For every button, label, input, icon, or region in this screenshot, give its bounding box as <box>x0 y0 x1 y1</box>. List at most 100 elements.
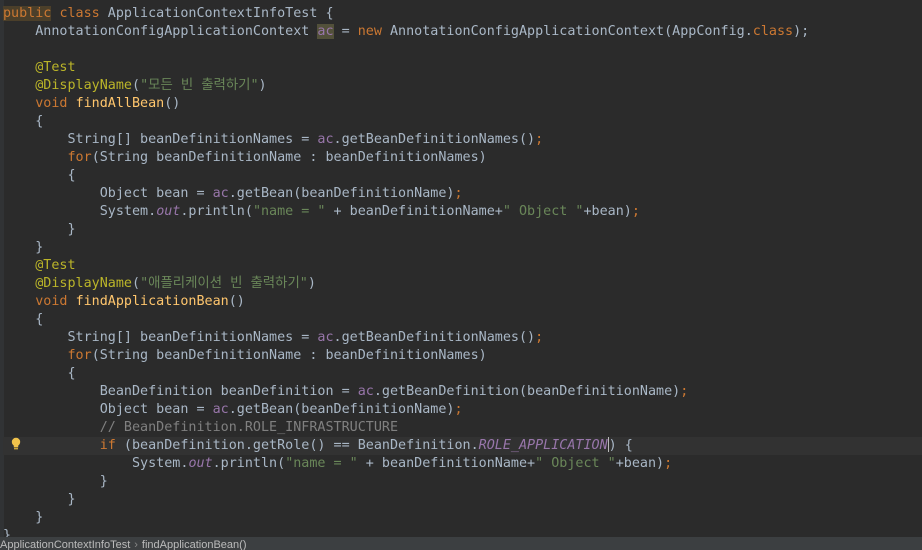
code-line[interactable]: @Test <box>3 59 922 77</box>
code-line[interactable]: @DisplayName("모든 빈 출력하기") <box>3 77 922 95</box>
code-line[interactable]: BeanDefinition beanDefinition = ac.getBe… <box>3 383 922 401</box>
code-token: BeanDefinition beanDefinition = <box>3 384 358 399</box>
code-token: .println( <box>180 204 253 219</box>
code-token: ; <box>535 330 544 345</box>
code-token: (String beanDefinitionName : beanDefinit… <box>91 150 487 165</box>
code-line[interactable]: } <box>3 491 922 509</box>
code-line[interactable]: } <box>3 473 922 491</box>
code-line[interactable]: @Test <box>3 257 922 275</box>
code-line[interactable]: AnnotationConfigApplicationContext ac = … <box>3 23 922 41</box>
code-token: ; <box>680 384 689 399</box>
code-token: (String beanDefinitionName : beanDefinit… <box>91 348 487 363</box>
code-token: .println( <box>212 456 286 471</box>
code-line[interactable]: String[] beanDefinitionNames = ac.getBea… <box>3 131 922 149</box>
code-token: ROLE_APPLICATION <box>478 438 608 453</box>
code-line[interactable]: { <box>3 167 922 185</box>
code-token: if <box>99 438 116 453</box>
code-token: ; <box>454 402 463 417</box>
code-line[interactable]: // BeanDefinition.ROLE_INFRASTRUCTURE <box>3 419 922 437</box>
code-line[interactable]: public class ApplicationContextInfoTest … <box>3 5 922 23</box>
code-token: findApplicationBean <box>75 294 229 309</box>
code-line[interactable]: System.out.println("name = " + beanDefin… <box>3 455 922 473</box>
code-line[interactable]: @DisplayName("애플리케이션 빈 출력하기") <box>3 275 922 293</box>
code-token: ac <box>212 402 229 417</box>
code-token: ) <box>307 276 316 291</box>
breadcrumb-class[interactable]: ApplicationContextInfoTest <box>0 539 130 550</box>
code-token: @DisplayName <box>3 78 132 93</box>
code-token: "name = " <box>285 456 358 471</box>
code-token: { <box>3 366 76 381</box>
code-line[interactable]: void findAllBean() <box>3 95 922 113</box>
code-line[interactable] <box>3 41 922 59</box>
code-line[interactable]: void findApplicationBean() <box>3 293 922 311</box>
code-area[interactable]: public class ApplicationContextInfoTest … <box>0 0 922 543</box>
code-token: .getBeanDefinitionNames() <box>333 132 536 147</box>
code-token: .getBean(beanDefinitionName) <box>228 186 455 201</box>
code-token: ( <box>132 78 141 93</box>
code-line[interactable]: System.out.println("name = " + beanDefin… <box>3 203 922 221</box>
code-line[interactable]: Object bean = ac.getBean(beanDefinitionN… <box>3 401 922 419</box>
code-token: } <box>3 240 44 255</box>
code-line[interactable]: for(String beanDefinitionName : beanDefi… <box>3 347 922 365</box>
code-token: { <box>3 312 44 327</box>
code-token: new <box>357 24 382 39</box>
code-line[interactable]: String[] beanDefinitionNames = ac.getBea… <box>3 329 922 347</box>
code-line[interactable]: { <box>3 113 922 131</box>
code-line[interactable]: { <box>3 365 922 383</box>
code-token: "모든 빈 출력하기" <box>140 78 259 93</box>
code-token: () <box>228 294 245 309</box>
code-token: ac <box>317 24 334 39</box>
code-editor[interactable]: public class ApplicationContextInfoTest … <box>0 0 922 550</box>
code-line[interactable]: for(String beanDefinitionName : beanDefi… <box>3 149 922 167</box>
code-token: } <box>3 222 76 237</box>
code-line[interactable]: { <box>3 311 922 329</box>
code-token: String[] beanDefinitionNames = <box>3 330 318 345</box>
code-line[interactable]: if (beanDefinition.getRole() == BeanDefi… <box>3 437 922 455</box>
code-token: ApplicationContextInfoTest { <box>99 6 334 21</box>
code-line[interactable]: } <box>3 509 922 527</box>
code-token: ; <box>535 132 544 147</box>
code-token: () <box>164 96 181 111</box>
code-token: AnnotationConfigApplicationContext(AppCo… <box>381 24 753 39</box>
code-token: +bean) <box>615 456 665 471</box>
code-token: void <box>35 96 68 111</box>
breadcrumb-method[interactable]: findApplicationBean() <box>142 539 247 550</box>
breadcrumb[interactable]: ApplicationContextInfoTest › findApplicati… <box>0 539 247 550</box>
code-token: Object bean = <box>3 186 213 201</box>
status-bar: ApplicationContextInfoTest › findApplicati… <box>0 537 922 550</box>
code-line[interactable]: } <box>3 221 922 239</box>
code-token: out <box>156 204 181 219</box>
code-line[interactable]: } <box>3 239 922 257</box>
code-token: } <box>3 492 76 507</box>
code-token: System. <box>3 456 189 471</box>
code-token: .getBean(beanDefinitionName) <box>228 402 455 417</box>
code-token: { <box>3 168 76 183</box>
code-token: class <box>59 6 100 21</box>
code-token: " Object " <box>535 456 616 471</box>
code-token: + beanDefinitionName+ <box>357 456 536 471</box>
lightbulb-icon[interactable] <box>10 437 22 451</box>
code-token: = <box>333 24 358 39</box>
code-token: out <box>188 456 213 471</box>
code-token: for <box>67 348 92 363</box>
code-token: class <box>752 24 794 39</box>
code-line[interactable]: Object bean = ac.getBean(beanDefinitionN… <box>3 185 922 203</box>
code-token: ac <box>317 132 334 147</box>
code-token: + beanDefinitionName+ <box>325 204 503 219</box>
code-token: @Test <box>3 258 76 273</box>
code-token: .getBeanDefinition(beanDefinitionName) <box>373 384 681 399</box>
code-token: ; <box>631 204 640 219</box>
code-token: Object bean = <box>3 402 213 417</box>
code-token: System. <box>3 204 157 219</box>
code-token: } <box>3 510 44 525</box>
code-token: "name = " <box>252 204 326 219</box>
code-token: .getBeanDefinitionNames() <box>333 330 536 345</box>
code-token: ) <box>258 78 267 93</box>
code-token: // BeanDefinition.ROLE_INFRASTRUCTURE <box>3 420 399 435</box>
code-token: void <box>35 294 68 309</box>
